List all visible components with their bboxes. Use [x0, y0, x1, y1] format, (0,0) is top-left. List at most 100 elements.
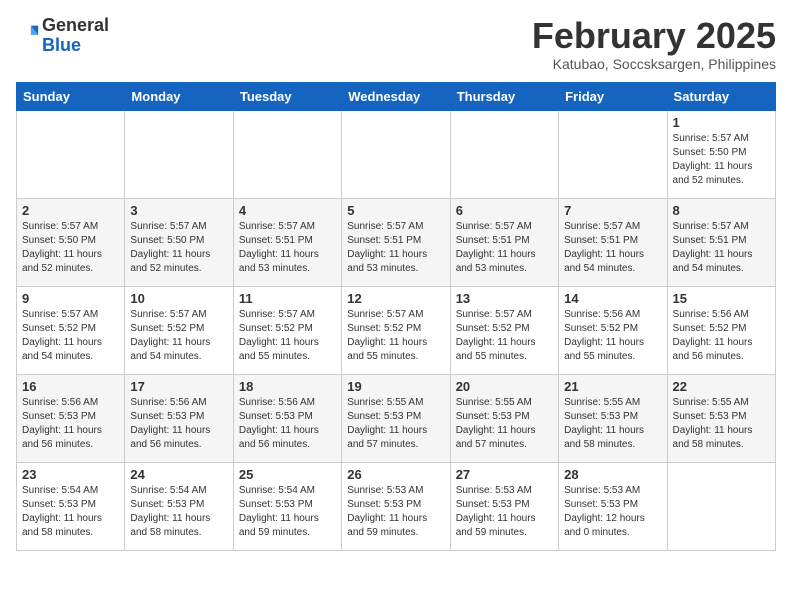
- day-number: 26: [347, 467, 444, 482]
- calendar-day-cell: 18Sunrise: 5:56 AM Sunset: 5:53 PM Dayli…: [233, 374, 341, 462]
- day-info: Sunrise: 5:54 AM Sunset: 5:53 PM Dayligh…: [22, 484, 119, 540]
- calendar-day-cell: 25 Sunrise: 5:54 AM Sunset: 5:53 PM Dayli…: [233, 462, 341, 550]
- day-info: Sunrise: 5:57 AM Sunset: 5:52 PM Dayligh…: [130, 308, 227, 364]
- day-number: 21: [564, 379, 661, 394]
- day-info: Sunrise: 5:56 AM Sunset: 5:53 PM Dayligh…: [22, 396, 119, 452]
- calendar-day-cell: [233, 110, 341, 198]
- calendar-day-cell: 20 Sunrise: 5:55 AM Sunset: 5:53 PM Dayli…: [450, 374, 558, 462]
- calendar-day-cell: 22 Sunrise: 5:55 AM Sunset: 5:53 PM Dayli…: [667, 374, 775, 462]
- day-number: 8: [673, 203, 770, 218]
- day-info: Sunrise: 5:57 AM Sunset: 5:50 PM Dayligh…: [673, 132, 770, 188]
- calendar-day-cell: [559, 110, 667, 198]
- day-info: Sunrise: 5:57 AM Sunset: 5:52 PM Dayligh…: [239, 308, 336, 364]
- day-info: Sunrise: 5:57 AM Sunset: 5:51 PM Dayligh…: [673, 220, 770, 276]
- calendar-day-cell: 14 Sunrise: 5:56 AM Sunset: 5:52 PM Dayli…: [559, 286, 667, 374]
- calendar-day-cell: [450, 110, 558, 198]
- day-number: 10: [130, 291, 227, 306]
- calendar-day-cell: 24 Sunrise: 5:54 AM Sunset: 5:53 PM Dayli…: [125, 462, 233, 550]
- day-number: 6: [456, 203, 553, 218]
- calendar-day-cell: [125, 110, 233, 198]
- day-info: Sunrise: 5:53 AM Sunset: 5:53 PM Dayligh…: [456, 484, 553, 540]
- day-number: 3: [130, 203, 227, 218]
- day-info: Sunrise: 5:57 AM Sunset: 5:51 PM Dayligh…: [456, 220, 553, 276]
- calendar-header-row: SundayMondayTuesdayWednesdayThursdayFrid…: [17, 82, 776, 110]
- calendar-table: SundayMondayTuesdayWednesdayThursdayFrid…: [16, 82, 776, 551]
- calendar-day-cell: 17 Sunrise: 5:56 AM Sunset: 5:53 PM Dayli…: [125, 374, 233, 462]
- day-number: 11: [239, 291, 336, 306]
- day-number: 20: [456, 379, 553, 394]
- day-info: Sunrise: 5:54 AM Sunset: 5:53 PM Dayligh…: [239, 484, 336, 540]
- calendar-week-row: 23 Sunrise: 5:54 AM Sunset: 5:53 PM Dayli…: [17, 462, 776, 550]
- calendar-day-cell: [17, 110, 125, 198]
- day-info: Sunrise: 5:56 AM Sunset: 5:53 PM Dayligh…: [239, 396, 336, 452]
- calendar-week-row: 16 Sunrise: 5:56 AM Sunset: 5:53 PM Dayli…: [17, 374, 776, 462]
- day-info: Sunrise: 5:54 AM Sunset: 5:53 PM Dayligh…: [130, 484, 227, 540]
- calendar-day-cell: 23 Sunrise: 5:54 AM Sunset: 5:53 PM Dayli…: [17, 462, 125, 550]
- page-header: General Blue February 2025 Katubao, Socc…: [16, 16, 776, 72]
- calendar-day-cell: 12 Sunrise: 5:57 AM Sunset: 5:52 PM Dayli…: [342, 286, 450, 374]
- day-info: Sunrise: 5:55 AM Sunset: 5:53 PM Dayligh…: [456, 396, 553, 452]
- day-number: 2: [22, 203, 119, 218]
- day-number: 4: [239, 203, 336, 218]
- calendar-day-cell: 9 Sunrise: 5:57 AM Sunset: 5:52 PM Daylig…: [17, 286, 125, 374]
- day-number: 24: [130, 467, 227, 482]
- calendar-day-cell: [342, 110, 450, 198]
- calendar-day-cell: 1 Sunrise: 5:57 AM Sunset: 5:50 PM Daylig…: [667, 110, 775, 198]
- day-info: Sunrise: 5:55 AM Sunset: 5:53 PM Dayligh…: [673, 396, 770, 452]
- calendar-day-cell: 8 Sunrise: 5:57 AM Sunset: 5:51 PM Daylig…: [667, 198, 775, 286]
- calendar-week-row: 1 Sunrise: 5:57 AM Sunset: 5:50 PM Daylig…: [17, 110, 776, 198]
- calendar-week-row: 9 Sunrise: 5:57 AM Sunset: 5:52 PM Daylig…: [17, 286, 776, 374]
- location: Katubao, Soccsksargen, Philippines: [532, 56, 776, 72]
- calendar-day-cell: 21 Sunrise: 5:55 AM Sunset: 5:53 PM Dayli…: [559, 374, 667, 462]
- calendar-day-cell: 13Sunrise: 5:57 AM Sunset: 5:52 PM Dayli…: [450, 286, 558, 374]
- day-number: 27: [456, 467, 553, 482]
- calendar-day-cell: 28 Sunrise: 5:53 AM Sunset: 5:53 PM Dayli…: [559, 462, 667, 550]
- calendar-day-header: Monday: [125, 82, 233, 110]
- calendar-day-cell: 3 Sunrise: 5:57 AM Sunset: 5:50 PM Daylig…: [125, 198, 233, 286]
- calendar-day-header: Tuesday: [233, 82, 341, 110]
- day-info: Sunrise: 5:56 AM Sunset: 5:52 PM Dayligh…: [564, 308, 661, 364]
- day-number: 28: [564, 467, 661, 482]
- calendar-day-cell: [667, 462, 775, 550]
- calendar-day-header: Saturday: [667, 82, 775, 110]
- day-number: 16: [22, 379, 119, 394]
- day-info: Sunrise: 5:57 AM Sunset: 5:52 PM Dayligh…: [22, 308, 119, 364]
- day-number: 19: [347, 379, 444, 394]
- calendar-day-header: Sunday: [17, 82, 125, 110]
- day-info: Sunrise: 5:53 AM Sunset: 5:53 PM Dayligh…: [564, 484, 661, 540]
- day-info: Sunrise: 5:57 AM Sunset: 5:52 PM Dayligh…: [456, 308, 553, 364]
- title-block: February 2025 Katubao, Soccsksargen, Phi…: [532, 16, 776, 72]
- calendar-day-header: Thursday: [450, 82, 558, 110]
- calendar-day-cell: 2 Sunrise: 5:57 AM Sunset: 5:50 PM Daylig…: [17, 198, 125, 286]
- day-info: Sunrise: 5:57 AM Sunset: 5:50 PM Dayligh…: [130, 220, 227, 276]
- calendar-day-cell: 27 Sunrise: 5:53 AM Sunset: 5:53 PM Dayli…: [450, 462, 558, 550]
- day-number: 25: [239, 467, 336, 482]
- logo-text: General Blue: [42, 16, 109, 56]
- month-title: February 2025: [532, 16, 776, 56]
- day-number: 1: [673, 115, 770, 130]
- calendar-day-cell: 15 Sunrise: 5:56 AM Sunset: 5:52 PM Dayli…: [667, 286, 775, 374]
- day-info: Sunrise: 5:55 AM Sunset: 5:53 PM Dayligh…: [347, 396, 444, 452]
- logo: General Blue: [16, 16, 109, 56]
- day-number: 15: [673, 291, 770, 306]
- calendar-day-cell: 16 Sunrise: 5:56 AM Sunset: 5:53 PM Dayli…: [17, 374, 125, 462]
- day-info: Sunrise: 5:57 AM Sunset: 5:50 PM Dayligh…: [22, 220, 119, 276]
- day-number: 14: [564, 291, 661, 306]
- day-info: Sunrise: 5:55 AM Sunset: 5:53 PM Dayligh…: [564, 396, 661, 452]
- calendar-day-cell: 5Sunrise: 5:57 AM Sunset: 5:51 PM Daylig…: [342, 198, 450, 286]
- day-info: Sunrise: 5:57 AM Sunset: 5:52 PM Dayligh…: [347, 308, 444, 364]
- day-info: Sunrise: 5:56 AM Sunset: 5:52 PM Dayligh…: [673, 308, 770, 364]
- calendar-day-cell: 6 Sunrise: 5:57 AM Sunset: 5:51 PM Daylig…: [450, 198, 558, 286]
- day-number: 22: [673, 379, 770, 394]
- calendar-day-header: Wednesday: [342, 82, 450, 110]
- day-number: 9: [22, 291, 119, 306]
- logo-icon: [18, 22, 40, 44]
- calendar-day-cell: 7Sunrise: 5:57 AM Sunset: 5:51 PM Daylig…: [559, 198, 667, 286]
- day-info: Sunrise: 5:57 AM Sunset: 5:51 PM Dayligh…: [564, 220, 661, 276]
- day-number: 12: [347, 291, 444, 306]
- calendar-day-cell: 11 Sunrise: 5:57 AM Sunset: 5:52 PM Dayli…: [233, 286, 341, 374]
- day-info: Sunrise: 5:56 AM Sunset: 5:53 PM Dayligh…: [130, 396, 227, 452]
- day-number: 23: [22, 467, 119, 482]
- day-number: 17: [130, 379, 227, 394]
- day-info: Sunrise: 5:57 AM Sunset: 5:51 PM Dayligh…: [347, 220, 444, 276]
